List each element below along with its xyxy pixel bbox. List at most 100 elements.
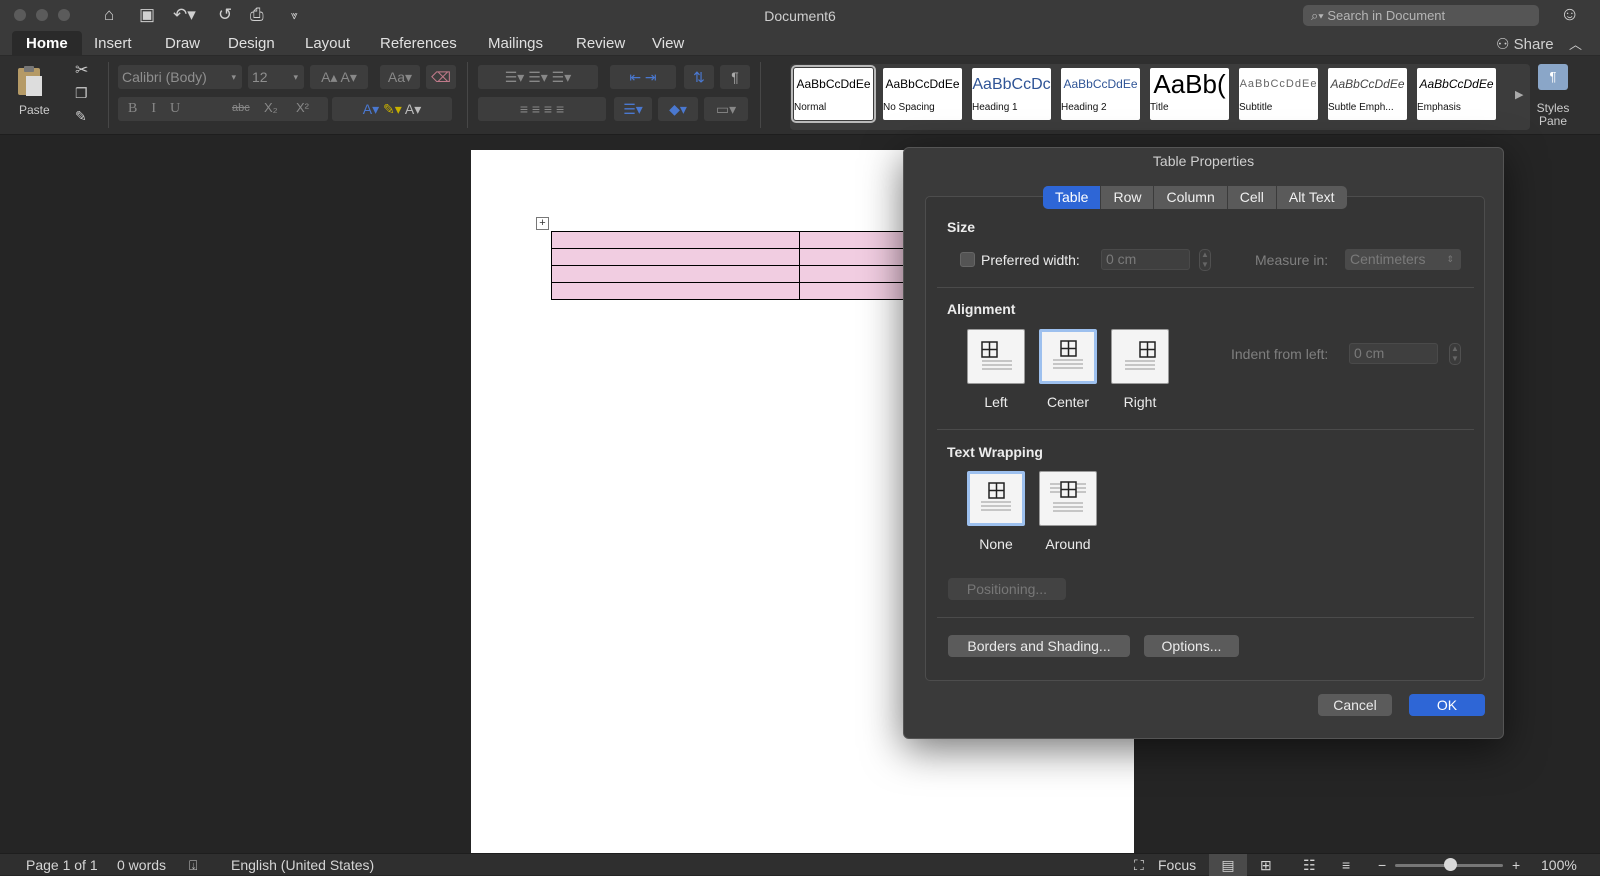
text-color-buttons[interactable]: A▾ ✎▾ A▾ bbox=[332, 97, 452, 121]
tab-table[interactable]: Table bbox=[1043, 186, 1102, 209]
tab-cell[interactable]: Cell bbox=[1228, 186, 1277, 209]
zoom-slider-thumb[interactable] bbox=[1444, 858, 1457, 871]
list-buttons[interactable]: ☰▾ ☰▾ ☰▾ bbox=[478, 65, 598, 89]
style-no-spacing[interactable]: AaBbCcDdEe No Spacing bbox=[883, 68, 962, 120]
language[interactable]: English (United States) bbox=[231, 857, 374, 873]
tab-design[interactable]: Design bbox=[214, 31, 289, 56]
style-heading-1[interactable]: AaBbCcDc Heading 1 bbox=[972, 68, 1051, 120]
style-emphasis[interactable]: AaBbCcDdEe Emphasis bbox=[1417, 68, 1496, 120]
paragraph-align-buttons[interactable]: ≡ ≡ ≡ ≡ bbox=[478, 97, 606, 121]
tab-draw[interactable]: Draw bbox=[151, 31, 214, 56]
cancel-button[interactable]: Cancel bbox=[1318, 694, 1392, 716]
cut-icon[interactable]: ✂ bbox=[75, 60, 88, 80]
font-color-icon: A▾ bbox=[404, 101, 422, 117]
print-layout-icon[interactable]: ▤ bbox=[1209, 854, 1247, 876]
align-right-icon bbox=[1125, 341, 1156, 370]
tab-column[interactable]: Column bbox=[1154, 186, 1228, 209]
table-tab-panel: Size Preferred width: 0 cm ▲ ▼ Measure in… bbox=[925, 196, 1485, 681]
show-formatting-icon[interactable]: ¶ bbox=[720, 65, 750, 89]
table-move-handle-icon[interactable]: + bbox=[536, 217, 549, 230]
indent-buttons[interactable]: ⇤ ⇥ bbox=[610, 65, 676, 89]
zoom-in-icon[interactable]: + bbox=[1512, 857, 1520, 873]
ribbon-separator bbox=[760, 62, 761, 128]
share-button[interactable]: ⚇ Share bbox=[1496, 35, 1554, 53]
table-cell[interactable] bbox=[551, 231, 800, 249]
font-name-select[interactable]: Calibri (Body) ▾ bbox=[118, 65, 242, 89]
outline-view-icon[interactable]: ☷ bbox=[1303, 857, 1316, 873]
preferred-width-field[interactable]: 0 cm bbox=[1101, 249, 1190, 270]
tab-view[interactable]: View bbox=[638, 31, 698, 56]
table-cell[interactable] bbox=[551, 282, 800, 300]
change-case-button[interactable]: Aa▾ bbox=[380, 65, 420, 89]
wrap-none-button[interactable] bbox=[967, 471, 1025, 526]
table-cell[interactable] bbox=[551, 248, 800, 266]
style-heading-2[interactable]: AaBbCcDdEe Heading 2 bbox=[1061, 68, 1140, 120]
table-cell[interactable] bbox=[551, 265, 800, 283]
borders-and-shading-button[interactable]: Borders and Shading... bbox=[948, 635, 1130, 657]
indent-from-left-label: Indent from left: bbox=[1231, 346, 1329, 362]
ok-button[interactable]: OK bbox=[1409, 694, 1485, 716]
word-count[interactable]: 0 words bbox=[117, 857, 166, 873]
styles-pane-label[interactable]: Styles Pane bbox=[1524, 102, 1582, 128]
focus-label[interactable]: Focus bbox=[1158, 857, 1196, 873]
tab-layout[interactable]: Layout bbox=[291, 31, 364, 56]
divider bbox=[937, 429, 1474, 430]
focus-icon[interactable]: ⛶ bbox=[1134, 857, 1144, 873]
preferred-width-stepper[interactable]: ▲ ▼ bbox=[1199, 249, 1211, 271]
preferred-width-checkbox[interactable] bbox=[960, 252, 975, 267]
shading-icon[interactable]: ◆▾ bbox=[658, 97, 698, 121]
clear-formatting-icon[interactable]: ⌫ bbox=[426, 65, 456, 89]
style-normal[interactable]: AaBbCcDdEe Normal bbox=[791, 65, 876, 123]
subscript-icon[interactable]: X₂ bbox=[264, 100, 278, 115]
style-subtle-emphasis[interactable]: AaBbCcDdEe Subtle Emph... bbox=[1328, 68, 1407, 120]
style-title[interactable]: AaBb(Title bbox=[1150, 68, 1229, 120]
options-button[interactable]: Options... bbox=[1144, 635, 1239, 657]
feedback-smiley-icon[interactable]: ☺ bbox=[1560, 4, 1579, 26]
line-spacing-icon[interactable]: ☰▾ bbox=[614, 97, 652, 121]
gallery-next-icon[interactable]: ▶ bbox=[1515, 88, 1523, 101]
indent-stepper[interactable]: ▲ ▼ bbox=[1449, 343, 1461, 365]
ribbon-home: Paste ✂ ❐ ✎ Calibri (Body) ▾ 12 ▾ A▴ A▾ Aa… bbox=[0, 56, 1600, 135]
tab-review[interactable]: Review bbox=[562, 31, 639, 56]
web-layout-icon[interactable]: ⊞ bbox=[1260, 857, 1272, 873]
tab-row[interactable]: Row bbox=[1101, 186, 1155, 209]
proofing-icon[interactable]: ⍗ bbox=[189, 857, 197, 873]
tab-insert[interactable]: Insert bbox=[80, 31, 146, 56]
font-size-select[interactable]: 12 ▾ bbox=[248, 65, 304, 89]
wrap-around-button[interactable] bbox=[1039, 471, 1097, 526]
status-bar: Page 1 of 1 0 words ⍗ English (United St… bbox=[0, 853, 1600, 876]
align-right-button[interactable] bbox=[1111, 329, 1169, 384]
share-label: Share bbox=[1513, 36, 1554, 53]
search-input[interactable]: ⌕▾ Search in Document bbox=[1303, 5, 1539, 26]
borders-icon[interactable]: ▭▾ bbox=[704, 97, 748, 121]
dialog-title: Table Properties bbox=[1152, 153, 1255, 169]
align-center-button[interactable] bbox=[1039, 329, 1097, 384]
indent-from-left-field[interactable]: 0 cm bbox=[1349, 343, 1438, 364]
zoom-level[interactable]: 100% bbox=[1541, 857, 1577, 873]
ribbon-separator bbox=[108, 62, 109, 128]
superscript-icon[interactable]: X² bbox=[296, 100, 309, 115]
copy-icon[interactable]: ❐ bbox=[75, 85, 88, 102]
format-painter-icon[interactable]: ✎ bbox=[75, 108, 87, 125]
text-wrapping-heading: Text Wrapping bbox=[947, 444, 1043, 460]
styles-pane-icon[interactable]: ¶ bbox=[1538, 64, 1568, 90]
tab-references[interactable]: References bbox=[366, 31, 471, 56]
positioning-button[interactable]: Positioning... bbox=[948, 578, 1066, 600]
tab-home[interactable]: Home bbox=[12, 31, 82, 56]
draft-view-icon[interactable]: ≡ bbox=[1342, 857, 1350, 873]
style-subtitle[interactable]: AaBbCcDdEe Subtitle bbox=[1239, 68, 1318, 120]
collapse-ribbon-icon[interactable]: ︿ bbox=[1569, 34, 1582, 53]
measure-in-select[interactable]: Centimeters ⇕ bbox=[1345, 249, 1461, 270]
add-person-icon: ⚇ bbox=[1496, 36, 1514, 53]
wrap-around-label: Around bbox=[1045, 536, 1091, 552]
page-count[interactable]: Page 1 of 1 bbox=[26, 857, 98, 873]
paste-button[interactable] bbox=[14, 64, 54, 98]
alignment-heading: Alignment bbox=[947, 301, 1016, 317]
grow-shrink-font-buttons[interactable]: A▴ A▾ bbox=[310, 65, 368, 89]
strikethrough-icon[interactable]: abc bbox=[232, 102, 250, 114]
tab-alt-text[interactable]: Alt Text bbox=[1277, 186, 1347, 209]
sort-icon[interactable]: ⇅ bbox=[684, 65, 714, 89]
align-left-button[interactable] bbox=[967, 329, 1025, 384]
tab-mailings[interactable]: Mailings bbox=[474, 31, 557, 56]
zoom-out-icon[interactable]: − bbox=[1378, 857, 1386, 873]
